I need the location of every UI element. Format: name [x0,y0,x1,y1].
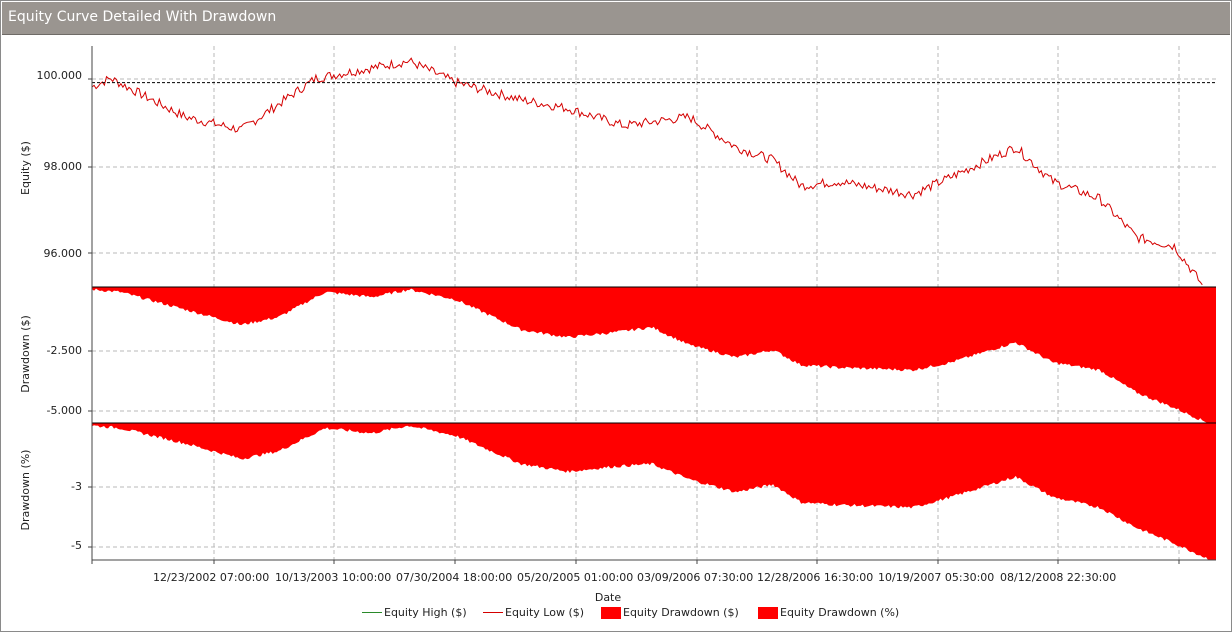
drawdown-dollar-ytick-label: -2.500 [47,344,82,357]
legend-swatch [362,612,382,613]
drawdown-percent-ytick-label: -3 [71,480,82,493]
equity-drawdown-chart: Equity ($) Drawdown ($) Drawdown (%) 100… [19,46,1216,604]
x-tick-label: 08/12/2008 22:30:00 [1000,571,1116,584]
legend-item-equity-low: Equity Low ($) [483,606,584,619]
legend-item-drawdown-dollar: Equity Drawdown ($) [601,606,739,619]
x-tick-label: 03/09/2006 07:30:00 [637,571,753,584]
legend-swatch [483,612,503,613]
x-tick-label: 12/28/2006 16:30:00 [757,571,873,584]
drawdown-dollar-area [92,287,1216,423]
equity-ytick-label: 100.000 [37,69,83,82]
legend-label: Equity High ($) [384,606,467,619]
drawdown-percent-ytick-label: -5 [71,539,82,552]
legend-swatch [758,606,778,619]
x-tick-label: 07/30/2004 18:00:00 [396,571,512,584]
equity-y-axis-label: Equity ($) [19,141,32,195]
plot-layer [91,57,1216,561]
equity-ytick-label: 96.000 [44,247,83,260]
legend-item-drawdown-percent: Equity Drawdown (%) [758,606,899,619]
legend-label: Equity Drawdown (%) [780,606,900,619]
drawdown-dollar-y-axis-label: Drawdown ($) [19,315,32,393]
x-tick-label: 05/20/2005 01:00:00 [517,571,633,584]
equity-ytick-label: 98.000 [44,160,83,173]
x-axis-label: Date [595,591,622,604]
legend: Equity High ($) Equity Low ($) Equity Dr… [0,606,1232,626]
legend-label: Equity Drawdown ($) [623,606,739,619]
x-tick-label: 12/23/2002 07:00:00 [153,571,269,584]
legend-item-equity-high: Equity High ($) [362,606,467,619]
drawdown-percent-y-axis-label: Drawdown (%) [19,450,32,531]
equity-low-line [91,57,1203,286]
x-tick-label: 10/13/2003 10:00:00 [275,571,391,584]
legend-label: Equity Low ($) [505,606,585,619]
drawdown-dollar-ytick-label: -5.000 [47,404,82,417]
x-tick-label: 10/19/2007 05:30:00 [878,571,994,584]
drawdown-percent-area [92,423,1216,561]
legend-swatch [601,606,621,619]
